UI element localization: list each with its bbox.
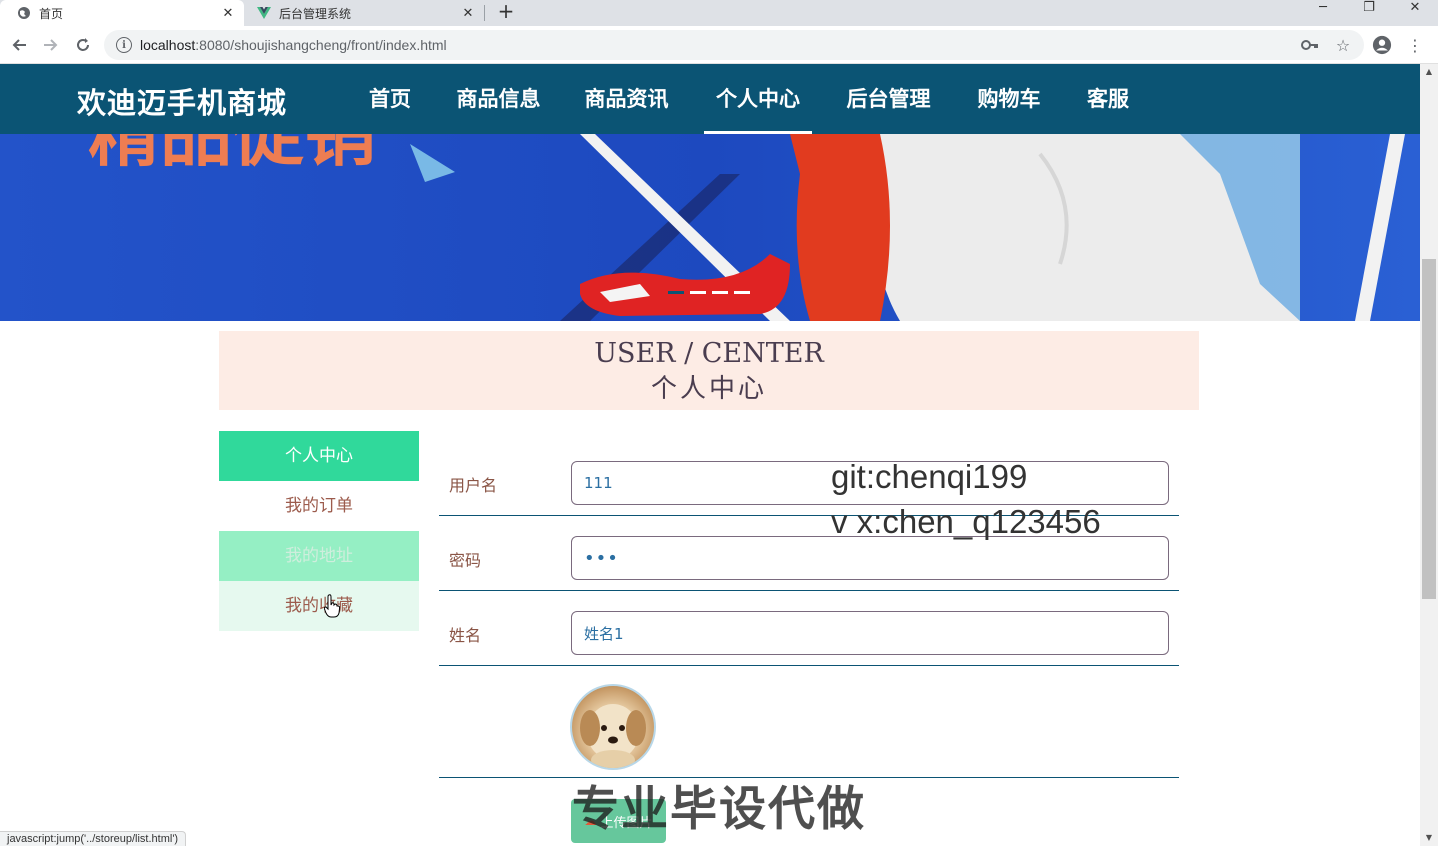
nav-cart[interactable]: 购物车 (974, 64, 1044, 134)
user-center-title: USER / CENTER 个人中心 (219, 331, 1199, 410)
site-logo[interactable]: 欢迪迈手机商城 (77, 80, 287, 122)
vue-icon (257, 6, 271, 20)
tab-home[interactable]: 首页 ✕ (0, 0, 244, 26)
puppy-image (580, 704, 646, 768)
avatar[interactable] (570, 684, 656, 770)
window-close-icon[interactable]: ✕ (1392, 0, 1438, 18)
address-bar: i localhost:8080/shoujishangcheng/front/… (0, 26, 1438, 64)
reload-icon[interactable] (71, 33, 95, 57)
menu-dots-icon[interactable]: ⋮ (1405, 35, 1425, 55)
form-row-avatar (439, 666, 1179, 778)
star-icon[interactable]: ☆ (1333, 35, 1353, 55)
name-label: 姓名 (449, 626, 482, 645)
nav-user-center[interactable]: 个人中心 (704, 64, 812, 134)
close-icon[interactable]: ✕ (220, 6, 236, 21)
banner-text: 精品促销 (88, 134, 376, 176)
side-menu-profile[interactable]: 个人中心 (219, 431, 419, 481)
url-host: localhost (140, 37, 196, 53)
username-label: 用户名 (449, 476, 498, 495)
watermark-wechat: v x:chen_q123456 (831, 503, 1101, 540)
browser-tab-bar: 首页 ✕ 后台管理系统 ✕ + ─ ❐ ✕ (0, 0, 1438, 26)
nav-news[interactable]: 商品资讯 (580, 64, 673, 134)
key-icon[interactable] (1300, 35, 1320, 55)
side-menu-address[interactable]: 我的地址 (219, 531, 419, 581)
promo-banner[interactable]: 精品促销 (0, 134, 1420, 321)
url-path: :8080/shoujishangcheng/front/index.html (195, 37, 447, 53)
nav-products[interactable]: 商品信息 (452, 64, 545, 134)
scroll-thumb[interactable] (1422, 259, 1436, 599)
info-icon[interactable]: i (116, 37, 132, 53)
nav-home[interactable]: 首页 (365, 64, 415, 134)
name-input[interactable]: 姓名1 (571, 611, 1169, 655)
carousel-dot[interactable] (734, 291, 750, 294)
tab-admin[interactable]: 后台管理系统 ✕ (244, 0, 484, 26)
url-input[interactable]: i localhost:8080/shoujishangcheng/front/… (104, 30, 1364, 60)
scroll-up-icon[interactable]: ▲ (1420, 64, 1438, 80)
side-menu-orders[interactable]: 我的订单 (219, 481, 419, 531)
new-tab-button[interactable]: + (496, 0, 516, 26)
password-input[interactable]: ••• (571, 536, 1169, 580)
password-label: 密码 (449, 551, 482, 570)
watermark-git: git:chenqi199 (831, 458, 1028, 495)
carousel-dot[interactable] (712, 291, 728, 294)
hand-cursor-icon (324, 594, 340, 618)
restore-icon[interactable]: ❐ (1346, 0, 1392, 18)
tab-title: 后台管理系统 (279, 6, 352, 21)
forward-icon[interactable] (39, 33, 63, 57)
back-icon[interactable] (7, 33, 31, 57)
title-english: USER / CENTER (594, 338, 824, 369)
tab-separator (484, 5, 485, 21)
nav-service[interactable]: 客服 (1083, 64, 1133, 134)
site-header: 欢迪迈手机商城 首页 商品信息 商品资讯 个人中心 后台管理 购物车 客服 (0, 64, 1420, 134)
title-chinese: 个人中心 (650, 374, 767, 404)
page-scrollbar[interactable]: ▲ ▼ (1420, 64, 1438, 846)
carousel-dot[interactable] (690, 291, 706, 294)
form-row-name: 姓名 姓名1 (439, 591, 1179, 666)
minimize-icon[interactable]: ─ (1300, 0, 1346, 18)
tab-title: 首页 (39, 6, 64, 21)
close-icon[interactable]: ✕ (460, 6, 476, 21)
watermark-ad: 专业毕设代做 (572, 782, 866, 837)
carousel-dot[interactable] (668, 291, 684, 294)
profile-icon[interactable] (1372, 35, 1392, 55)
carousel-indicators[interactable] (668, 291, 750, 294)
scroll-down-icon[interactable]: ▼ (1420, 830, 1438, 846)
status-bar: javascript:jump('../storeup/list.html') (0, 831, 187, 846)
side-menu-favorites[interactable]: 我的收藏 (219, 581, 419, 631)
nav-admin[interactable]: 后台管理 (842, 64, 935, 134)
globe-icon (17, 6, 31, 20)
